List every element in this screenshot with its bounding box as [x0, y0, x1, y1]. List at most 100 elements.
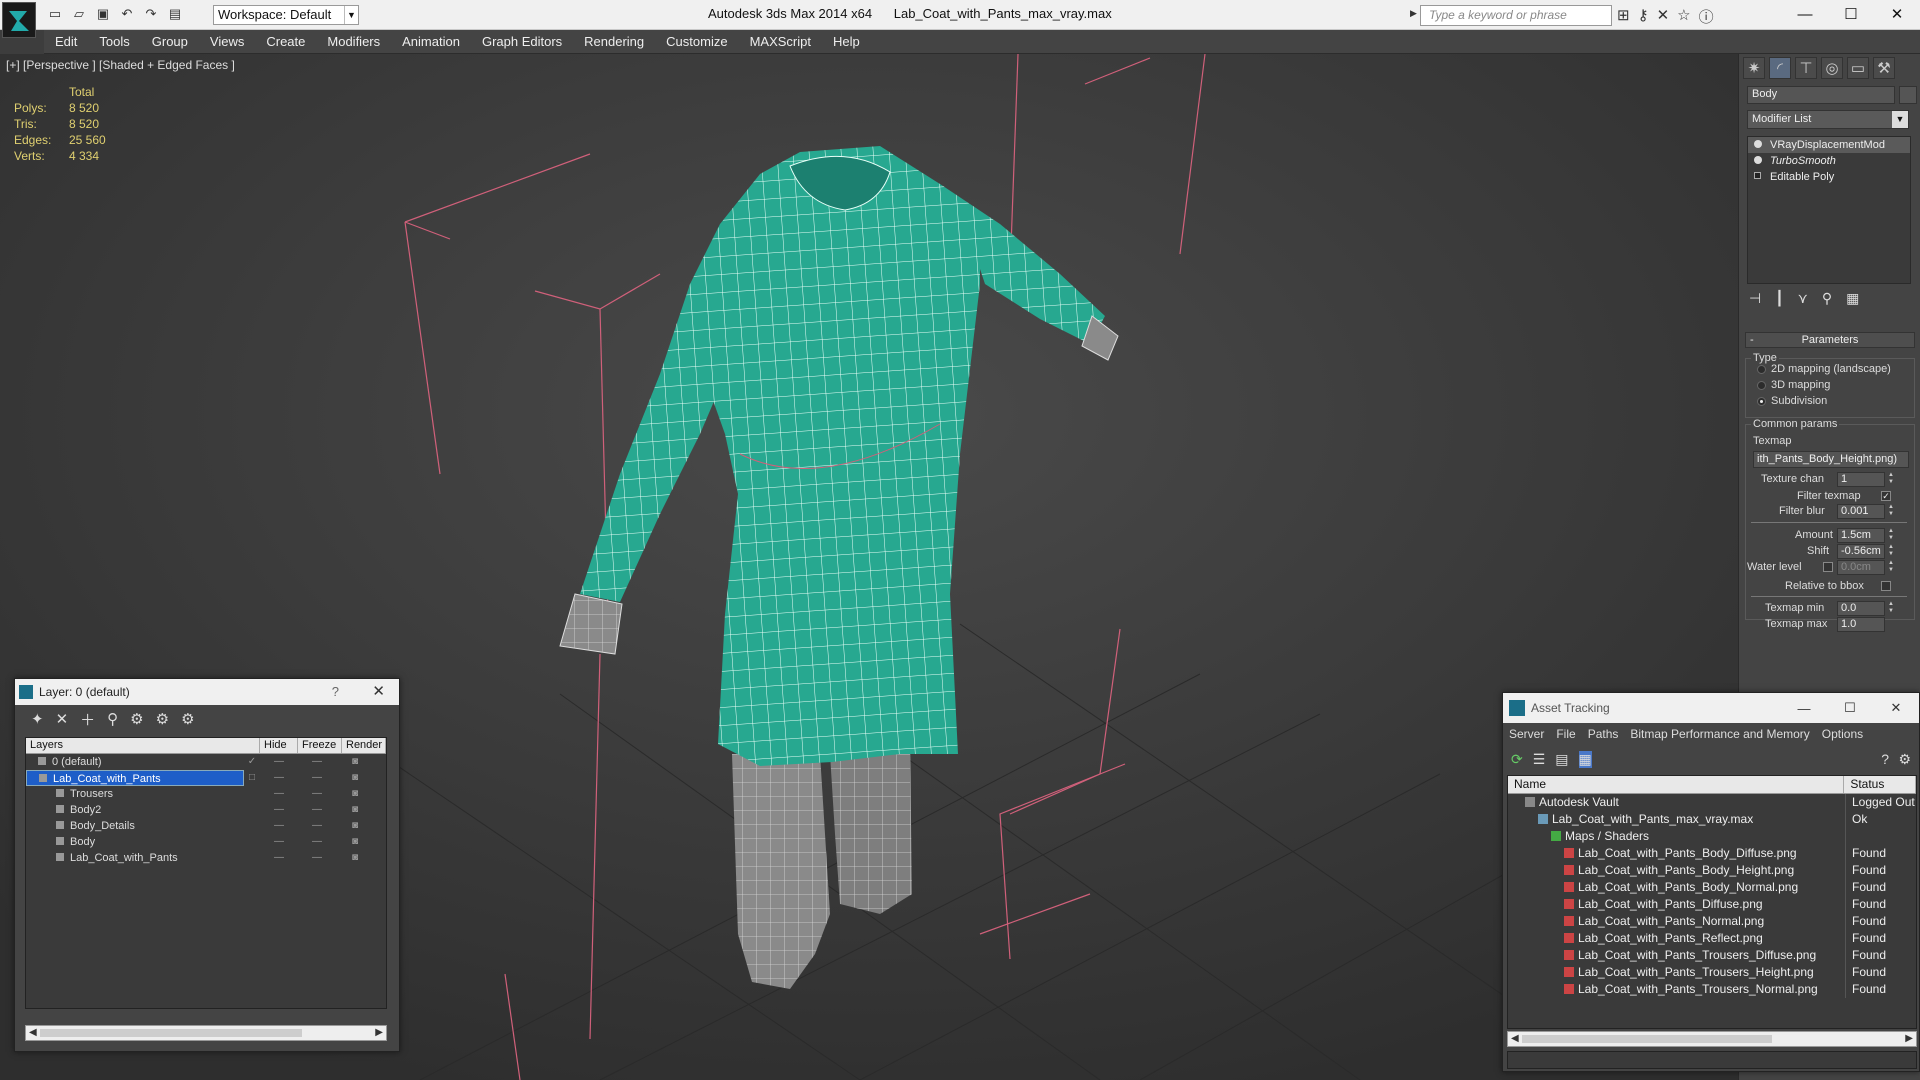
menu-item-help[interactable]: Help [822, 34, 871, 49]
option-2d-mapping[interactable]: 2D mapping (landscape) [1771, 363, 1891, 375]
spinner-icon[interactable]: ▲ ▼ [1887, 504, 1895, 519]
menu-item-tools[interactable]: Tools [88, 34, 140, 49]
render-toggle-icon[interactable]: ◙ [336, 786, 374, 802]
asset-name-cell[interactable]: Autodesk Vault [1508, 794, 1846, 811]
utilities-tab-icon[interactable]: ⚒ [1873, 57, 1895, 79]
asset-menu-bitmap-performance-and-memory[interactable]: Bitmap Performance and Memory [1624, 727, 1815, 741]
binoculars-icon[interactable]: ⊞ [1617, 6, 1630, 27]
asset-name-cell[interactable]: Lab_Coat_with_Pants_Normal.png [1508, 913, 1846, 930]
close-icon[interactable]: ✕ [1874, 0, 1920, 28]
spinner-icon[interactable]: ▲ ▼ [1887, 560, 1895, 575]
app-logo-icon[interactable] [2, 2, 36, 38]
option-subdivision[interactable]: Subdivision [1771, 395, 1827, 407]
layer-row[interactable]: Body — — ◙ [26, 834, 386, 850]
search-expand-icon[interactable]: ▶ [1410, 8, 1417, 19]
asset-row[interactable]: Lab_Coat_with_Pants_Diffuse.png Found [1508, 896, 1916, 913]
spinner-icon[interactable]: ▲ ▼ [1887, 472, 1895, 487]
make-unique-icon[interactable]: ⋎ [1798, 290, 1808, 307]
detail-view-icon[interactable]: ▤ [1555, 751, 1568, 768]
column-layers[interactable]: Layers [26, 738, 260, 753]
expand-icon[interactable] [1754, 172, 1761, 179]
layer-row[interactable]: Body2— — ◙ [26, 802, 386, 818]
spinner-icon[interactable]: ▲ ▼ [1887, 528, 1895, 543]
hierarchy-tab-icon[interactable]: ⊤ [1795, 57, 1817, 79]
undo-icon[interactable]: ↶ [118, 5, 136, 23]
exchange-icon[interactable]: ✕ [1657, 6, 1670, 27]
asset-menu-paths[interactable]: Paths [1582, 727, 1625, 741]
help-icon[interactable]: ? [332, 684, 339, 699]
menu-item-group[interactable]: Group [141, 34, 199, 49]
hide-toggle-icon[interactable]: — [260, 802, 298, 818]
hide-all-icon[interactable]: ⚙ [156, 710, 169, 728]
column-freeze[interactable]: Freeze [298, 738, 342, 753]
workspace-dropdown[interactable]: Workspace: Default ▼ [213, 5, 359, 25]
redo-icon[interactable]: ↷ [142, 5, 160, 23]
viewport-label[interactable]: [+] [Perspective ] [Shaded + Edged Faces… [6, 58, 235, 72]
maximize-icon[interactable]: ☐ [1828, 0, 1874, 28]
asset-horizontal-scrollbar[interactable]: ◀ ▶ [1507, 1031, 1917, 1047]
favorites-star-icon[interactable]: ☆ [1677, 6, 1690, 27]
scroll-thumb[interactable] [40, 1029, 302, 1037]
menu-item-create[interactable]: Create [255, 34, 316, 49]
chevron-down-icon[interactable]: ▼ [344, 6, 358, 24]
filter-texmap-checkbox[interactable]: ✓ [1881, 491, 1891, 501]
scroll-thumb[interactable] [1522, 1035, 1772, 1043]
empty-cell[interactable] [244, 786, 260, 802]
spinner-icon[interactable]: ▲ ▼ [1887, 544, 1895, 559]
menu-item-modifiers[interactable]: Modifiers [316, 34, 391, 49]
open-file-icon[interactable]: ▱ [70, 5, 88, 23]
layer-name-cell[interactable]: Body [26, 834, 244, 850]
stack-item-editable-poly[interactable]: Editable Poly [1748, 169, 1910, 185]
radio-3d-mapping[interactable] [1757, 381, 1766, 390]
freeze-toggle-icon[interactable]: — [298, 754, 336, 770]
asset-row[interactable]: Lab_Coat_with_Pants_Body_Normal.png Found [1508, 879, 1916, 896]
column-name[interactable]: Name [1508, 776, 1845, 793]
highlight-layer-icon[interactable]: ⚙ [130, 710, 143, 728]
hide-toggle-icon[interactable]: — [260, 834, 298, 850]
table-view-icon[interactable]: ▦ [1578, 750, 1592, 768]
maximize-icon[interactable]: ☐ [1827, 693, 1873, 723]
layer-name-cell[interactable]: Body_Details [26, 818, 244, 834]
help-icon[interactable]: ⓘ [1699, 6, 1714, 27]
new-file-icon[interactable]: ▭ [46, 5, 64, 23]
close-icon[interactable]: ✕ [1873, 693, 1919, 723]
shift-input[interactable]: -0.56cm [1837, 544, 1885, 559]
close-icon[interactable]: ✕ [372, 682, 385, 700]
render-toggle-icon[interactable]: ◙ [336, 770, 374, 786]
freeze-all-icon[interactable]: ⚙ [181, 710, 194, 728]
scroll-left-icon[interactable]: ◀ [29, 1026, 37, 1040]
asset-menu-options[interactable]: Options [1816, 727, 1869, 741]
freeze-toggle-icon[interactable]: — [298, 786, 336, 802]
layer-row[interactable]: 0 (default) ✓ — — ◙ [26, 754, 386, 770]
object-color-swatch[interactable] [1899, 86, 1917, 104]
asset-menu-file[interactable]: File [1550, 727, 1581, 741]
empty-cell[interactable] [244, 834, 260, 850]
asset-row[interactable]: Lab_Coat_with_Pants_Reflect.png Found [1508, 930, 1916, 947]
asset-row[interactable]: Lab_Coat_with_Pants_Trousers_Diffuse.png… [1508, 947, 1916, 964]
current-layer-check-icon[interactable]: ✓ [244, 754, 260, 770]
layer-name-cell[interactable]: Lab_Coat_with_Pants [26, 850, 244, 866]
texture-chan-input[interactable]: 1 [1837, 472, 1885, 487]
empty-cell[interactable] [244, 802, 260, 818]
asset-row[interactable]: Lab_Coat_with_Pants_max_vray.max Ok [1508, 811, 1916, 828]
freeze-toggle-icon[interactable]: — [298, 818, 336, 834]
list-view-icon[interactable]: ☰ [1533, 751, 1546, 768]
layer-row[interactable]: Trousers — — ◙ [26, 786, 386, 802]
modify-tab-icon[interactable]: ◜ [1769, 57, 1791, 79]
hide-toggle-icon[interactable]: — [260, 818, 298, 834]
layer-name-cell[interactable]: 0 (default) [26, 754, 244, 770]
menu-item-maxscript[interactable]: MAXScript [739, 34, 822, 49]
texmap-button[interactable]: ith_Pants_Body_Height.png) [1753, 451, 1909, 468]
water-level-input[interactable]: 0.0cm [1837, 560, 1885, 575]
create-tab-icon[interactable]: ✷ [1743, 57, 1765, 79]
asset-menu-server[interactable]: Server [1503, 727, 1550, 741]
scroll-left-icon[interactable]: ◀ [1511, 1032, 1519, 1046]
menu-item-customize[interactable]: Customize [655, 34, 738, 49]
texmap-max-input[interactable]: 1.0 [1837, 617, 1885, 632]
radio-2d-mapping[interactable] [1757, 365, 1766, 374]
asset-name-cell[interactable]: Lab_Coat_with_Pants_max_vray.max [1508, 811, 1846, 828]
search-input[interactable]: Type a keyword or phrase [1420, 5, 1612, 26]
project-folder-icon[interactable]: ▤ [166, 5, 184, 23]
options-help-icon[interactable]: ⚙ [1898, 751, 1911, 768]
render-toggle-icon[interactable]: ◙ [336, 818, 374, 834]
